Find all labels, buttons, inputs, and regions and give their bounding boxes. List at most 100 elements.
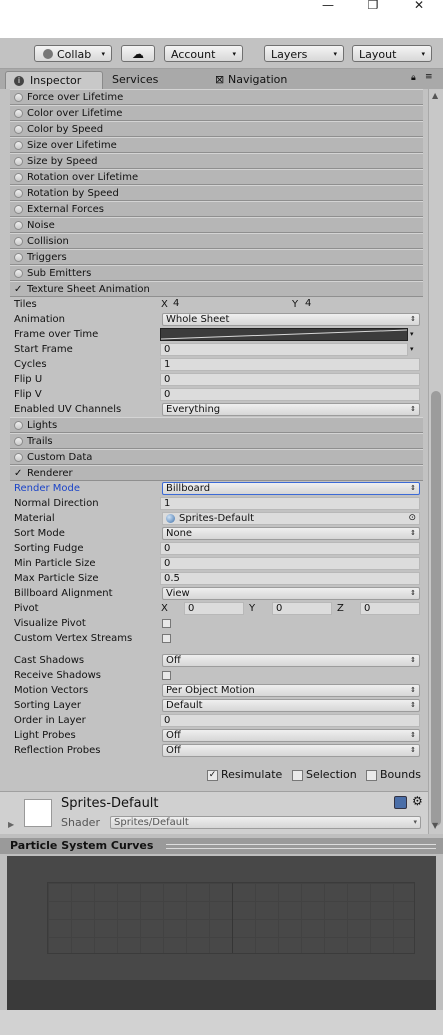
module-header-triggers[interactable]: Triggers	[10, 249, 423, 265]
module-toggle-circle[interactable]	[14, 157, 23, 166]
account-dropdown[interactable]: Account ▾	[164, 45, 243, 62]
module-header-rotation-by-speed[interactable]: Rotation by Speed	[10, 185, 423, 201]
custom-vertex-checkbox[interactable]	[162, 634, 171, 643]
inspector-scrollbar[interactable]: ▲ ▼	[428, 89, 443, 834]
receive-shadows-checkbox[interactable]	[162, 671, 171, 680]
module-toggle-circle[interactable]	[14, 453, 23, 462]
order-in-layer-field[interactable]: 0	[160, 714, 420, 727]
selection-checkbox[interactable]	[292, 770, 303, 781]
material-value: Sprites-Default	[179, 513, 255, 524]
module-toggle-circle[interactable]	[14, 141, 23, 150]
module-header-sub-emitters[interactable]: Sub Emitters	[10, 265, 423, 281]
module-toggle-circle[interactable]	[14, 93, 23, 102]
uv-channels-dropdown[interactable]: Everything ⇕	[162, 403, 420, 416]
module-label: Size by Speed	[27, 156, 98, 167]
tiles-y-field[interactable]: 4	[302, 298, 418, 311]
bounds-checkbox[interactable]	[366, 770, 377, 781]
collab-icon	[43, 49, 53, 59]
material-thumbnail	[24, 799, 52, 827]
module-toggle-circle[interactable]	[14, 189, 23, 198]
module-toggle-circle[interactable]	[14, 109, 23, 118]
module-header-lights[interactable]: Lights	[10, 417, 423, 433]
module-header-collision[interactable]: Collision	[10, 233, 423, 249]
animation-dropdown[interactable]: Whole Sheet ⇕	[162, 313, 420, 326]
start-frame-field[interactable]: 0	[160, 343, 408, 356]
module-toggle-circle[interactable]	[14, 237, 23, 246]
module-header-noise[interactable]: Noise	[10, 217, 423, 233]
scroll-down-icon[interactable]: ▼	[432, 821, 438, 830]
minimize-button[interactable]: —	[305, 0, 351, 12]
help-book-icon[interactable]	[394, 796, 407, 809]
sorting-fudge-field[interactable]: 0	[160, 542, 420, 555]
tab-inspector[interactable]: i Inspector	[5, 71, 103, 89]
chevron-down-icon[interactable]: ▾	[410, 327, 414, 342]
min-particle-field[interactable]: 0	[160, 557, 420, 570]
module-toggle-circle[interactable]	[14, 253, 23, 262]
module-toggle-circle[interactable]	[14, 269, 23, 278]
normal-direction-field[interactable]: 1	[160, 497, 420, 510]
gear-icon[interactable]: ⚙	[412, 794, 423, 808]
sort-mode-dropdown[interactable]: None ⇕	[162, 527, 420, 540]
checkmark-icon[interactable]: ✓	[14, 466, 22, 481]
module-toggle-circle[interactable]	[14, 421, 23, 430]
lock-icon[interactable]: 🔒︎	[411, 73, 416, 83]
close-button[interactable]: ✕	[396, 0, 442, 12]
tiles-x-field[interactable]: 4	[170, 298, 280, 311]
module-header-size-by-speed[interactable]: Size by Speed	[10, 153, 423, 169]
light-probes-dropdown[interactable]: Off ⇕	[162, 729, 420, 742]
flip-v-field[interactable]: 0	[160, 388, 420, 401]
visualize-pivot-checkbox[interactable]	[162, 619, 171, 628]
module-header-custom-data[interactable]: Custom Data	[10, 449, 423, 465]
module-header-force-over-lifetime[interactable]: Force over Lifetime	[10, 89, 423, 105]
frame-over-time-curve[interactable]	[160, 328, 408, 341]
curves-header[interactable]: Particle System Curves	[0, 838, 443, 854]
menu-icon[interactable]: ≡	[425, 72, 433, 82]
checkmark-icon[interactable]: ✓	[14, 282, 22, 297]
shader-dropdown[interactable]: Sprites/Default ▾	[110, 816, 421, 829]
module-header-size-over-lifetime[interactable]: Size over Lifetime	[10, 137, 423, 153]
scrollbar-thumb[interactable]	[431, 391, 441, 826]
billboard-alignment-dropdown[interactable]: View ⇕	[162, 587, 420, 600]
module-toggle-circle[interactable]	[14, 125, 23, 134]
module-header-renderer[interactable]: ✓ Renderer	[10, 465, 423, 481]
layout-dropdown[interactable]: Layout ▾	[352, 45, 432, 62]
drag-handle[interactable]	[166, 844, 436, 849]
sorting-layer-dropdown[interactable]: Default ⇕	[162, 699, 420, 712]
tab-navigation[interactable]: ⊠ Navigation	[210, 71, 295, 89]
tiles-x-label: X	[161, 299, 168, 310]
module-header-color-over-lifetime[interactable]: Color over Lifetime	[10, 105, 423, 121]
render-mode-dropdown[interactable]: Billboard ⇕	[162, 482, 420, 495]
layers-dropdown[interactable]: Layers ▾	[264, 45, 344, 62]
module-toggle-circle[interactable]	[14, 205, 23, 214]
curves-editor[interactable]	[7, 856, 436, 980]
cast-shadows-row: Cast Shadows Off ⇕	[10, 653, 423, 668]
module-toggle-circle[interactable]	[14, 221, 23, 230]
foldout-arrow-icon[interactable]: ▶	[8, 820, 14, 829]
tab-services[interactable]: Services	[104, 71, 166, 89]
module-header-texture-sheet[interactable]: ✓ Texture Sheet Animation	[10, 281, 423, 297]
cast-shadows-dropdown[interactable]: Off ⇕	[162, 654, 420, 667]
chevron-down-icon[interactable]: ▾	[410, 342, 414, 357]
flip-u-field[interactable]: 0	[160, 373, 420, 386]
scroll-up-icon[interactable]: ▲	[432, 91, 438, 100]
collab-button[interactable]: Collab ▾	[34, 45, 112, 62]
pivot-z-field[interactable]: 0	[360, 602, 420, 615]
motion-vectors-dropdown[interactable]: Per Object Motion ⇕	[162, 684, 420, 697]
cycles-field[interactable]: 1	[160, 358, 420, 371]
pivot-y-field[interactable]: 0	[272, 602, 332, 615]
pivot-x-field[interactable]: 0	[184, 602, 244, 615]
restore-button[interactable]: ❐	[350, 0, 396, 12]
module-header-trails[interactable]: Trails	[10, 433, 423, 449]
module-header-external-forces[interactable]: External Forces	[10, 201, 423, 217]
resimulate-checkbox[interactable]: ✓	[207, 770, 218, 781]
material-field[interactable]: Sprites-Default ⊙	[162, 512, 420, 525]
max-particle-field[interactable]: 0.5	[160, 572, 420, 585]
module-toggle-circle[interactable]	[14, 437, 23, 446]
cloud-button[interactable]: ☁	[121, 45, 155, 62]
module-header-rotation-over-lifetime[interactable]: Rotation over Lifetime	[10, 169, 423, 185]
reflection-probes-dropdown[interactable]: Off ⇕	[162, 744, 420, 757]
info-icon: i	[14, 76, 24, 86]
module-toggle-circle[interactable]	[14, 173, 23, 182]
object-picker-icon[interactable]: ⊙	[408, 513, 416, 524]
module-header-color-by-speed[interactable]: Color by Speed	[10, 121, 423, 137]
